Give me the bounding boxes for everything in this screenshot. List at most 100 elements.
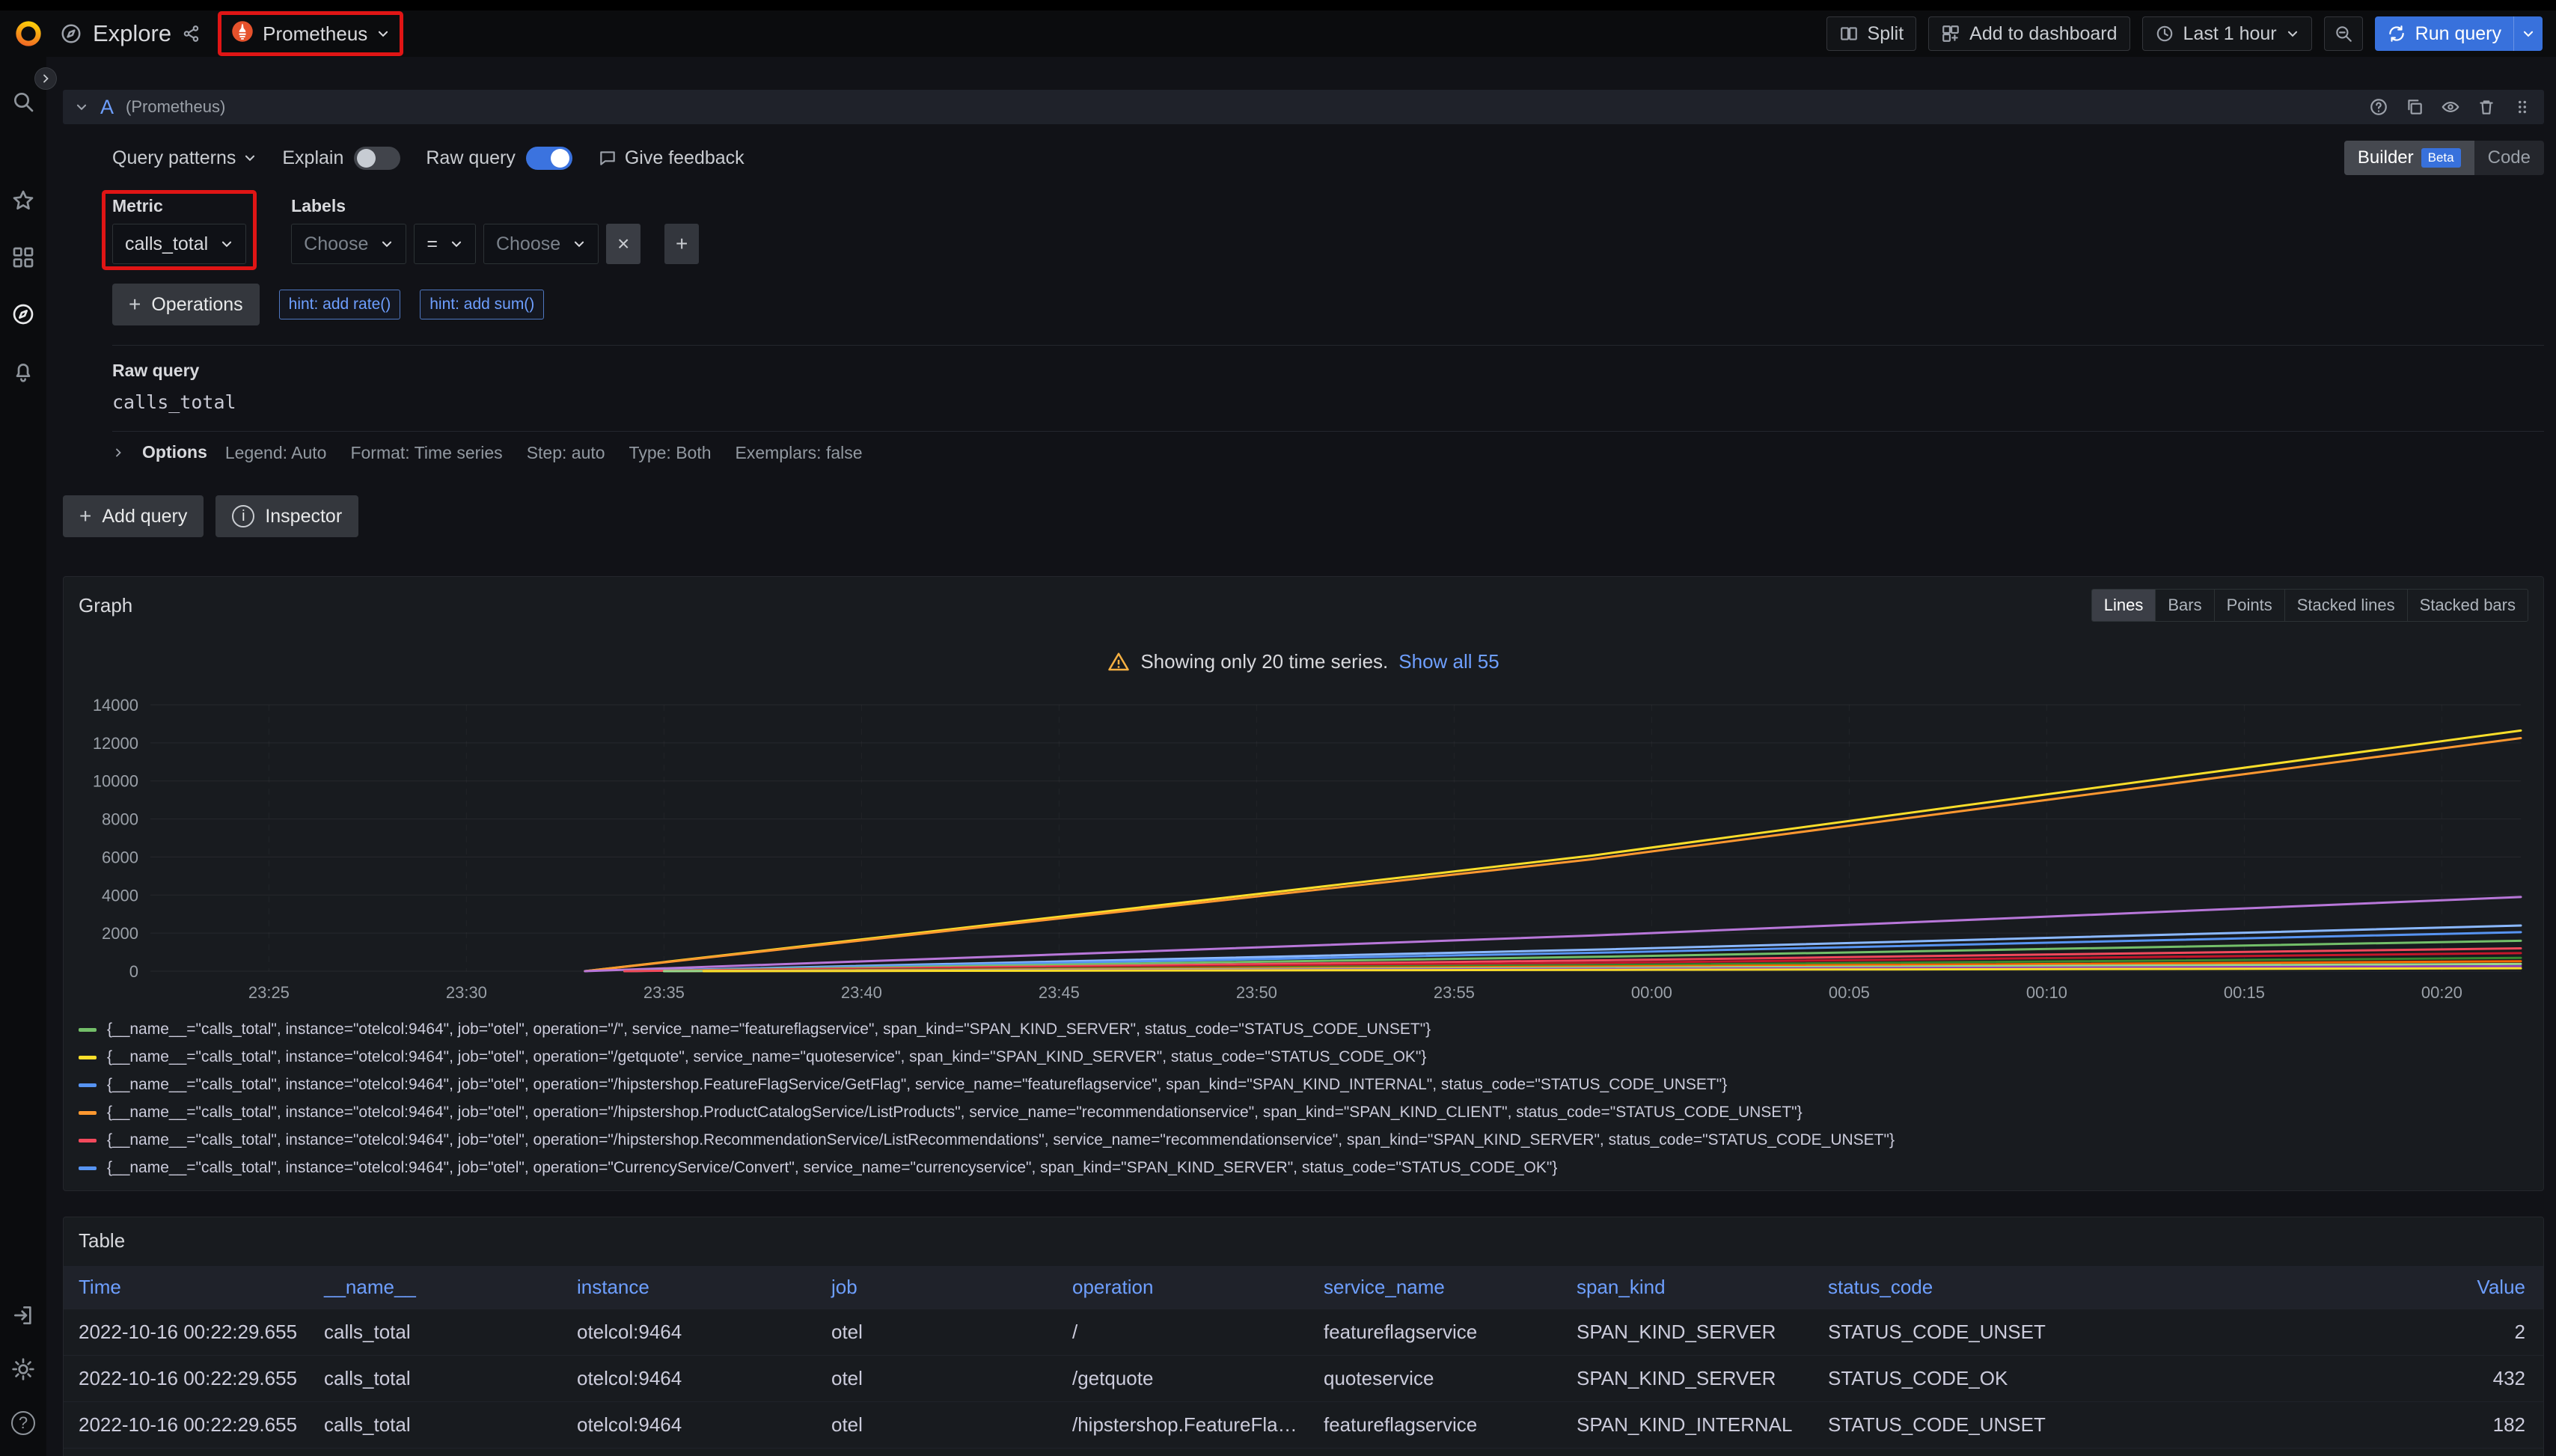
sidebar-item-dashboards[interactable]: [8, 242, 38, 272]
column-header-status_code[interactable]: status_code: [1819, 1266, 2069, 1309]
raw-query-preview: calls_total: [112, 391, 2544, 413]
table-cell: /: [1063, 1309, 1315, 1356]
column-header-__name__[interactable]: __name__: [315, 1266, 568, 1309]
legend-item[interactable]: {__name__="calls_total", instance="otelc…: [79, 1159, 2528, 1177]
table-cell: SPAN_KIND_SERVER: [1568, 1309, 1819, 1356]
comment-icon: [598, 148, 617, 168]
table-cell: calls_total: [315, 1309, 568, 1356]
datasource-picker[interactable]: Prometheus: [222, 17, 399, 50]
table-cell: quoteservice: [1315, 1356, 1568, 1402]
column-header-job[interactable]: job: [822, 1266, 1063, 1309]
sidebar-item-search[interactable]: [8, 87, 38, 117]
run-query-button[interactable]: Run query: [2375, 16, 2513, 51]
label-value-select[interactable]: Choose: [483, 224, 599, 264]
svg-text:23:45: 23:45: [1039, 983, 1080, 1002]
chevron-down-icon: [220, 237, 233, 251]
sidebar-item-help[interactable]: ?: [8, 1408, 38, 1438]
query-help-button[interactable]: [2369, 97, 2388, 117]
svg-text:6000: 6000: [102, 848, 138, 866]
label-operator-select[interactable]: =: [414, 224, 476, 264]
table-cell: SPAN_KIND_INTERNAL: [1568, 1402, 1819, 1449]
chevron-down-icon: [2286, 27, 2299, 40]
sidebar-expand-button[interactable]: [34, 67, 57, 90]
legend-series-label: {__name__="calls_total", instance="otelc…: [107, 1076, 1727, 1094]
column-header-time[interactable]: Time: [64, 1266, 315, 1309]
graph-mode-lines[interactable]: Lines: [2092, 590, 2156, 621]
metric-select[interactable]: calls_total: [112, 224, 246, 264]
show-all-series-link[interactable]: Show all 55: [1398, 650, 1499, 673]
chevron-down-icon: [376, 27, 390, 40]
legend-series-label: {__name__="calls_total", instance="otelc…: [107, 1159, 1557, 1177]
datasource-picker-wrap: Prometheus: [222, 17, 399, 50]
graph-mode-bars[interactable]: Bars: [2155, 590, 2213, 621]
add-to-dashboard-button[interactable]: Add to dashboard: [1928, 16, 2130, 51]
table-cell: 182: [2069, 1402, 2543, 1449]
legend-series-label: {__name__="calls_total", instance="otelc…: [107, 1131, 1895, 1149]
table-row: 2022-10-16 00:22:29.655calls_totalotelco…: [64, 1402, 2543, 1449]
options-collapse-button[interactable]: [112, 447, 124, 459]
builder-tab[interactable]: Builder Beta: [2344, 141, 2474, 175]
column-header-value[interactable]: Value: [2069, 1266, 2543, 1309]
table-cell: STATUS_CODE_OK: [1819, 1356, 2069, 1402]
table-row: 2022-10-16 00:22:29.655calls_totalotelco…: [64, 1309, 2543, 1356]
duplicate-query-button[interactable]: [2405, 97, 2424, 117]
sidebar-item-starred[interactable]: [8, 186, 38, 215]
chevron-down-icon: [380, 237, 394, 251]
sidebar-item-sign-in[interactable]: [8, 1300, 38, 1330]
add-query-button[interactable]: + Add query: [63, 495, 204, 537]
table-cell: otelcol:9464: [568, 1402, 822, 1449]
operations-button[interactable]: + Operations: [112, 284, 260, 325]
svg-text:0: 0: [129, 962, 138, 981]
column-header-operation[interactable]: operation: [1063, 1266, 1315, 1309]
table-cell: /hipstershop.ProductCatalogS...: [1063, 1449, 1315, 1456]
graph-mode-stacked-bars[interactable]: Stacked bars: [2407, 590, 2528, 621]
explore-main: A (Prometheus) Query patterns Explain: [46, 57, 2556, 1456]
code-tab[interactable]: Code: [2474, 141, 2544, 175]
sidebar-item-settings[interactable]: [8, 1354, 38, 1384]
sidebar-item-alerting[interactable]: [8, 356, 38, 386]
remove-label-button[interactable]: ×: [606, 224, 640, 264]
toolbar-actions: Split Add to dashboard Last 1 hour Run q…: [1826, 16, 2543, 51]
label-key-select[interactable]: Choose: [291, 224, 406, 264]
run-query-dropdown-button[interactable]: [2513, 16, 2543, 51]
time-range-picker[interactable]: Last 1 hour: [2142, 16, 2312, 51]
legend-item[interactable]: {__name__="calls_total", instance="otelc…: [79, 1048, 2528, 1066]
table-cell: 2022-10-16 00:22:29.655: [64, 1402, 315, 1449]
legend-item[interactable]: {__name__="calls_total", instance="otelc…: [79, 1104, 2528, 1122]
legend-item[interactable]: {__name__="calls_total", instance="otelc…: [79, 1021, 2528, 1039]
query-patterns-dropdown[interactable]: Query patterns: [112, 147, 257, 169]
query-row-header: A (Prometheus): [63, 90, 2544, 124]
legend-item[interactable]: {__name__="calls_total", instance="otelc…: [79, 1131, 2528, 1149]
zoom-out-button[interactable]: [2324, 16, 2363, 51]
share-icon[interactable]: [182, 24, 201, 43]
inspector-button[interactable]: i Inspector: [215, 495, 358, 537]
graph-mode-stacked-lines[interactable]: Stacked lines: [2284, 590, 2407, 621]
svg-text:8000: 8000: [102, 810, 138, 829]
options-summary: Legend: AutoFormat: Time seriesStep: aut…: [225, 441, 887, 464]
explain-toggle[interactable]: [354, 147, 400, 170]
raw-query-toggle[interactable]: [526, 147, 572, 170]
table-cell: SPAN_KIND_CLIENT: [1568, 1449, 1819, 1456]
compass-icon: [11, 302, 35, 326]
graph-mode-points[interactable]: Points: [2214, 590, 2284, 621]
add-label-button[interactable]: +: [664, 224, 699, 264]
give-feedback-button[interactable]: Give feedback: [598, 147, 745, 169]
search-icon: [11, 90, 35, 114]
column-header-span_kind[interactable]: span_kind: [1568, 1266, 1819, 1309]
remove-query-button[interactable]: [2477, 97, 2496, 117]
hint-add-rate[interactable]: hint: add rate(): [279, 290, 401, 319]
legend-item[interactable]: {__name__="calls_total", instance="otelc…: [79, 1076, 2528, 1094]
nav-sidebar: ?: [0, 57, 46, 1456]
chevron-down-icon: [2522, 27, 2535, 40]
toggle-visibility-button[interactable]: [2441, 97, 2460, 117]
svg-text:00:15: 00:15: [2224, 983, 2265, 1002]
column-header-instance[interactable]: instance: [568, 1266, 822, 1309]
collapse-query-button[interactable]: [75, 100, 88, 114]
svg-text:00:00: 00:00: [1631, 983, 1672, 1002]
hint-add-sum[interactable]: hint: add sum(): [420, 290, 544, 319]
sidebar-item-explore[interactable]: [8, 299, 38, 329]
drag-handle[interactable]: [2513, 97, 2532, 117]
split-button[interactable]: Split: [1826, 16, 1917, 51]
column-header-service_name[interactable]: service_name: [1315, 1266, 1568, 1309]
legend-series-label: {__name__="calls_total", instance="otelc…: [107, 1104, 1803, 1122]
